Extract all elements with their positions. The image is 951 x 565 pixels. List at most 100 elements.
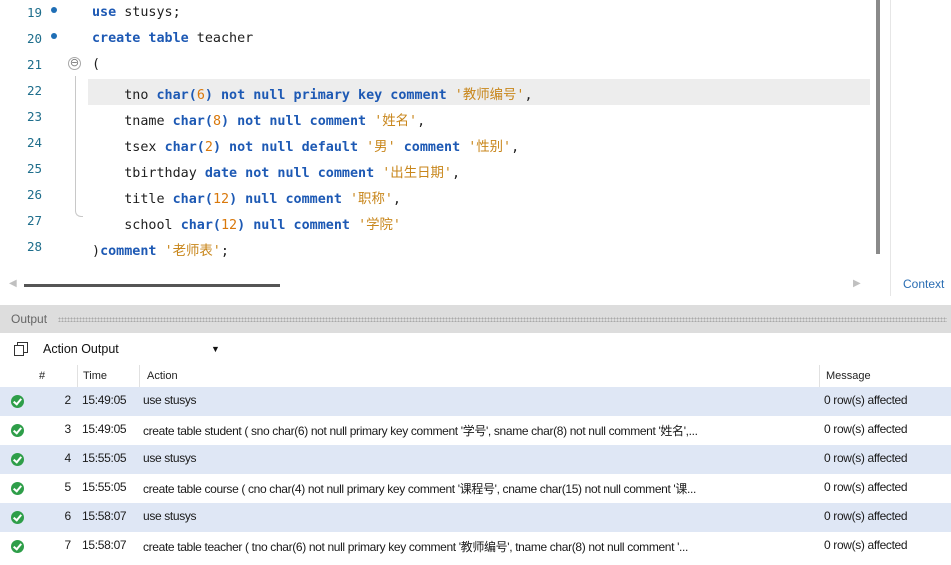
line-number: 23 xyxy=(27,109,43,124)
code-token: '学院' xyxy=(358,218,401,233)
code-token: ) null comment xyxy=(237,218,359,233)
copy-icon[interactable] xyxy=(13,341,29,357)
code-token: '出生日期' xyxy=(382,166,452,181)
cell-message: 0 row(s) affected xyxy=(824,451,908,465)
cell-num: 3 xyxy=(64,422,72,436)
code-line[interactable]: 21 ⊖ ( xyxy=(0,53,870,79)
cell-time: 15:55:05 xyxy=(82,451,127,465)
code-line[interactable]: 22 tno char(6) not null primary key comm… xyxy=(0,79,870,105)
panel-grip[interactable] xyxy=(58,317,947,322)
cell-num: 5 xyxy=(64,480,72,494)
editor-horizontal-scrollbar[interactable]: ◀ ▶ xyxy=(0,276,876,294)
success-check-icon xyxy=(11,511,24,524)
code-token: 12 xyxy=(221,218,238,233)
code-text: tname char(8) not null comment '姓名', xyxy=(92,109,425,129)
column-divider[interactable] xyxy=(77,365,78,387)
scroll-left-arrow-icon[interactable]: ◀ xyxy=(9,278,17,289)
code-line[interactable]: 28)comment '老师表'; xyxy=(0,235,870,261)
code-token: '教师编号' xyxy=(454,88,525,103)
code-token: '老师表' xyxy=(164,244,221,259)
column-divider[interactable] xyxy=(139,365,140,387)
code-token: 8 xyxy=(212,114,221,129)
cell-message: 0 row(s) affected xyxy=(824,538,908,552)
code-text: school char(12) null comment '学院' xyxy=(92,213,401,233)
line-number: 20 xyxy=(27,31,43,46)
code-token: ) not null primary key comment xyxy=(204,88,455,103)
cell-time: 15:49:05 xyxy=(82,393,127,407)
table-row[interactable]: 3 15:49:05 create table student ( sno char… xyxy=(0,416,951,445)
table-row[interactable]: 5 15:55:05 create table course ( cno char(… xyxy=(0,474,951,503)
statement-marker-icon[interactable] xyxy=(51,7,57,13)
output-panel-header: Output xyxy=(0,305,951,333)
scroll-right-arrow-icon[interactable]: ▶ xyxy=(853,278,861,289)
table-row[interactable]: 4 15:55:05 use stusys 0 row(s) affected xyxy=(0,445,951,474)
cell-action: create table teacher ( tno char(6) not n… xyxy=(143,540,688,554)
table-row[interactable]: 2 15:49:05 use stusys 0 row(s) affected xyxy=(0,387,951,416)
code-text: title char(12) null comment '职称', xyxy=(92,187,401,207)
code-line[interactable]: 20 create table teacher xyxy=(0,27,870,53)
chevron-down-icon[interactable]: ▼ xyxy=(211,344,220,354)
table-row[interactable]: 6 15:58:07 use stusys 0 row(s) affected xyxy=(0,503,951,532)
code-token: ; xyxy=(220,244,229,259)
cell-num: 4 xyxy=(64,451,72,465)
code-token: char( xyxy=(156,88,197,103)
code-token: , xyxy=(511,140,520,155)
fold-toggle-icon[interactable]: ⊖ xyxy=(68,57,81,70)
code-token: ) xyxy=(92,244,101,259)
cell-message: 0 row(s) affected xyxy=(824,393,908,407)
code-text: )comment '老师表'; xyxy=(92,239,229,259)
code-token: school xyxy=(92,218,181,233)
column-header-num[interactable]: # xyxy=(39,370,45,382)
code-token: tbirthday xyxy=(92,166,205,181)
line-number: 24 xyxy=(27,135,43,150)
code-text: ( xyxy=(92,57,100,72)
code-text: tbirthday date not null comment '出生日期', xyxy=(92,161,460,181)
sql-editor[interactable]: 19 use stusys; 20 create table teacher 21 ⊖ (2… xyxy=(0,0,951,296)
code-text: tno char(6) not null primary key comment… xyxy=(92,83,532,103)
cell-num: 2 xyxy=(64,393,72,407)
code-token: tno xyxy=(92,88,157,103)
context-help-tab[interactable]: Context xyxy=(903,277,944,291)
cell-action: use stusys xyxy=(143,509,197,523)
column-divider[interactable] xyxy=(819,365,820,387)
code-token: comment xyxy=(395,140,469,155)
cell-message: 0 row(s) affected xyxy=(824,480,908,494)
column-header-action[interactable]: Action xyxy=(147,370,178,382)
code-text: use stusys; xyxy=(92,5,181,20)
action-output-grid: # Time Action Message 2 15:49:05 use stusy… xyxy=(0,365,951,565)
code-line[interactable]: 19 use stusys; xyxy=(0,1,870,27)
cell-num: 7 xyxy=(64,538,72,552)
table-row[interactable]: 7 15:58:07 create table teacher ( tno char… xyxy=(0,532,951,561)
code-token: tname xyxy=(92,114,173,129)
cell-message: 0 row(s) affected xyxy=(824,422,908,436)
code-token: char( xyxy=(172,114,213,129)
statement-marker-icon[interactable] xyxy=(51,33,57,39)
code-token: char( xyxy=(164,140,205,155)
line-number: 21 xyxy=(27,57,43,72)
code-token: 12 xyxy=(212,192,230,207)
code-token: char( xyxy=(172,192,213,207)
output-panel-title: Output xyxy=(11,312,48,326)
grid-header: # Time Action Message xyxy=(0,365,951,387)
code-token: title xyxy=(92,192,173,207)
code-token: ) not null default xyxy=(212,140,367,155)
output-toolbar: Action Output ▼ xyxy=(0,333,951,365)
column-header-message[interactable]: Message xyxy=(826,370,871,382)
code-token: stusys; xyxy=(116,5,181,20)
success-check-icon xyxy=(11,395,24,408)
code-token: 6 xyxy=(196,88,205,103)
code-line[interactable]: 27 school char(12) null comment '学院' xyxy=(0,209,870,235)
output-type-select[interactable]: Action Output xyxy=(43,342,119,356)
cell-action: create table course ( cno char(4) not nu… xyxy=(143,482,696,496)
code-line[interactable]: 23 tname char(8) not null comment '姓名', xyxy=(0,105,870,131)
scroll-thumb[interactable] xyxy=(24,284,280,287)
code-token: comment xyxy=(100,244,165,259)
code-line[interactable]: 25 tbirthday date not null comment '出生日期… xyxy=(0,157,870,183)
column-header-time[interactable]: Time xyxy=(83,370,107,382)
code-token: teacher xyxy=(188,31,254,46)
editor-vertical-scrollbar[interactable] xyxy=(876,0,880,254)
code-token: ) null comment xyxy=(229,192,350,207)
code-line[interactable]: 24 tsex char(2) not null default '男' com… xyxy=(0,131,870,157)
success-check-icon xyxy=(11,453,24,466)
code-line[interactable]: 26 title char(12) null comment '职称', xyxy=(0,183,870,209)
